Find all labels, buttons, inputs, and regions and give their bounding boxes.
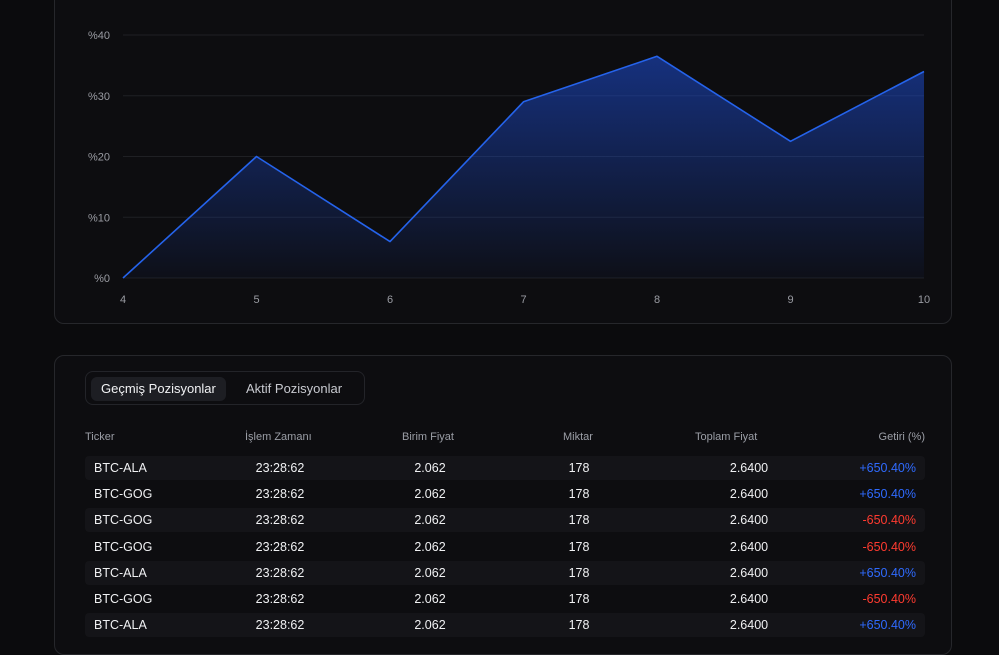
x-tick-label: 10	[918, 294, 930, 306]
quantity-cell: 178	[569, 482, 590, 506]
returns-area-chart: %40 %30 %20 %10 %0 4 5 6 7 8 9 10	[55, 0, 953, 325]
price-cell: 2.062	[414, 535, 445, 559]
y-tick-label: %0	[94, 273, 110, 285]
tab-history[interactable]: Geçmiş Pozisyonlar	[91, 377, 226, 401]
price-cell: 2.062	[414, 587, 445, 611]
table-row[interactable]: BTC-ALA 23:28:62 2.062 178 2.6400 +650.40%	[85, 613, 925, 637]
total-cell: 2.6400	[730, 482, 768, 506]
quantity-cell: 178	[569, 587, 590, 611]
col-ticker: Ticker	[85, 431, 115, 443]
ticker-cell: BTC-ALA	[94, 456, 147, 480]
ticker-cell: BTC-GOG	[94, 587, 152, 611]
quantity-cell: 178	[569, 535, 590, 559]
ticker-cell: BTC-GOG	[94, 482, 152, 506]
quantity-cell: 178	[569, 456, 590, 480]
time-cell: 23:28:62	[256, 535, 305, 559]
time-cell: 23:28:62	[256, 613, 305, 637]
y-tick-label: %20	[88, 152, 110, 164]
positions-card: Geçmiş Pozisyonlar Aktif Pozisyonlar Tic…	[54, 355, 952, 655]
col-unit-price: Birim Fiyat	[402, 431, 454, 443]
total-cell: 2.6400	[730, 535, 768, 559]
ticker-cell: BTC-ALA	[94, 613, 147, 637]
price-cell: 2.062	[414, 482, 445, 506]
area-fill	[123, 56, 924, 278]
table-row[interactable]: BTC-ALA 23:28:62 2.062 178 2.6400 +650.40%	[85, 456, 925, 480]
col-total-price: Toplam Fiyat	[695, 431, 757, 443]
ticker-cell: BTC-GOG	[94, 508, 152, 532]
positions-tabs: Geçmiş Pozisyonlar Aktif Pozisyonlar	[85, 371, 365, 405]
time-cell: 23:28:62	[256, 561, 305, 585]
price-cell: 2.062	[414, 613, 445, 637]
quantity-cell: 178	[569, 508, 590, 532]
time-cell: 23:28:62	[256, 587, 305, 611]
x-tick-label: 7	[520, 294, 526, 306]
x-tick-label: 6	[387, 294, 393, 306]
y-tick-label: %40	[88, 30, 110, 42]
quantity-cell: 178	[569, 613, 590, 637]
x-tick-label: 4	[120, 294, 126, 306]
total-cell: 2.6400	[730, 508, 768, 532]
chart-card: %40 %30 %20 %10 %0 4 5 6 7 8 9 10	[54, 0, 952, 324]
table-row[interactable]: BTC-GOG 23:28:62 2.062 178 2.6400 -650.40%	[85, 508, 925, 532]
table-row[interactable]: BTC-GOG 23:28:62 2.062 178 2.6400 -650.40%	[85, 587, 925, 611]
time-cell: 23:28:62	[256, 508, 305, 532]
positions-table-body: BTC-ALA23:28:622.0621782.6400+650.40%BTC…	[85, 456, 925, 639]
total-cell: 2.6400	[730, 456, 768, 480]
table-row[interactable]: BTC-ALA 23:28:62 2.062 178 2.6400 +650.40%	[85, 561, 925, 585]
total-cell: 2.6400	[730, 587, 768, 611]
price-cell: 2.062	[414, 456, 445, 480]
total-cell: 2.6400	[730, 561, 768, 585]
x-tick-label: 8	[654, 294, 660, 306]
ticker-cell: BTC-GOG	[94, 535, 152, 559]
price-cell: 2.062	[414, 561, 445, 585]
quantity-cell: 178	[569, 561, 590, 585]
return-cell: -650.40%	[862, 508, 916, 532]
return-cell: +650.40%	[859, 456, 916, 480]
return-cell: -650.40%	[862, 535, 916, 559]
table-header: Ticker İşlem Zamanı Birim Fiyat Miktar T…	[85, 431, 925, 447]
col-return: Getiri (%)	[879, 431, 925, 443]
return-cell: +650.40%	[859, 561, 916, 585]
time-cell: 23:28:62	[256, 482, 305, 506]
col-quantity: Miktar	[563, 431, 593, 443]
price-cell: 2.062	[414, 508, 445, 532]
y-tick-label: %10	[88, 212, 110, 224]
col-time: İşlem Zamanı	[245, 431, 312, 443]
time-cell: 23:28:62	[256, 456, 305, 480]
return-cell: +650.40%	[859, 482, 916, 506]
y-tick-label: %30	[88, 91, 110, 103]
x-tick-label: 5	[253, 294, 259, 306]
return-cell: -650.40%	[862, 587, 916, 611]
return-cell: +650.40%	[859, 613, 916, 637]
x-tick-label: 9	[787, 294, 793, 306]
total-cell: 2.6400	[730, 613, 768, 637]
ticker-cell: BTC-ALA	[94, 561, 147, 585]
tab-active[interactable]: Aktif Pozisyonlar	[236, 377, 352, 401]
table-row[interactable]: BTC-GOG 23:28:62 2.062 178 2.6400 +650.40%	[85, 482, 925, 506]
table-row[interactable]: BTC-GOG 23:28:62 2.062 178 2.6400 -650.40%	[85, 535, 925, 559]
